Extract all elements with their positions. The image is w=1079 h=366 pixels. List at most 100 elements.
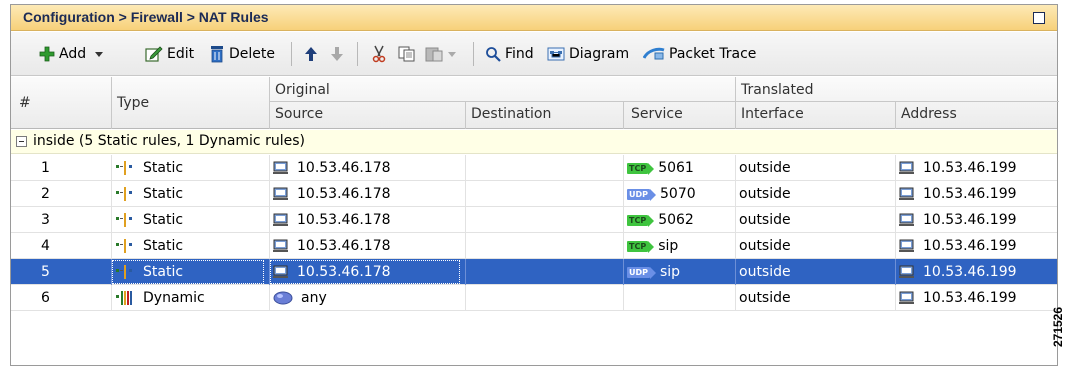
static-nat-icon — [116, 187, 132, 201]
table-row[interactable]: 4 Static 10.53.46.178 TCP sip outside 10.53.46… — [11, 233, 1057, 259]
find-button[interactable]: Find — [485, 43, 534, 65]
cell-interface: outside — [735, 181, 891, 207]
static-nat-icon — [116, 265, 132, 279]
protocol-tcp-icon: TCP — [627, 162, 655, 175]
cell-source: any — [269, 285, 461, 311]
type-value: Static — [143, 264, 184, 280]
toolbar-separator — [357, 42, 358, 66]
service-value: sip — [658, 238, 679, 254]
scissors-icon — [372, 45, 386, 63]
toolbar-separator — [473, 42, 474, 66]
delete-button[interactable]: Delete — [209, 43, 275, 65]
interface-value: outside — [739, 212, 791, 228]
toolbar-separator — [291, 42, 292, 66]
figure-id: 271526 — [1051, 306, 1066, 348]
source-value: 10.53.46.178 — [297, 264, 391, 280]
cell-num: 6 — [11, 285, 111, 311]
copy-button[interactable] — [398, 43, 416, 65]
add-button[interactable]: Add — [39, 43, 104, 65]
search-icon — [486, 47, 501, 62]
source-value: 10.53.46.178 — [297, 160, 391, 176]
protocol-tcp-icon: TCP — [627, 214, 655, 227]
host-icon — [273, 265, 288, 278]
address-value: 10.53.46.199 — [923, 290, 1017, 306]
host-icon — [273, 213, 288, 226]
chevron-down-icon[interactable] — [448, 50, 456, 58]
num-value: 3 — [41, 212, 50, 228]
cell-num: 3 — [11, 207, 111, 233]
cell-type: Static — [111, 155, 265, 181]
header-divider — [895, 101, 896, 129]
packet-trace-button[interactable]: Packet Trace — [643, 43, 756, 65]
cell-address: 10.53.46.199 — [895, 181, 1055, 207]
cell-destination — [465, 181, 619, 207]
num-value: 6 — [41, 290, 50, 306]
type-value: Static — [143, 212, 184, 228]
header-divider — [269, 101, 1059, 102]
num-value: 1 — [41, 160, 50, 176]
source-value: 10.53.46.178 — [297, 238, 391, 254]
column-header-destination[interactable]: Destination — [471, 106, 551, 122]
packet-trace-icon — [643, 47, 665, 60]
cell-destination — [465, 207, 619, 233]
address-value: 10.53.46.199 — [923, 264, 1017, 280]
table-row[interactable]: 6 Dynamic any outside 10.53.46.199 — [11, 285, 1057, 311]
cell-type: Static — [111, 259, 265, 285]
move-up-button[interactable] — [303, 43, 319, 65]
column-header-type[interactable]: Type — [117, 95, 149, 111]
diagram-button[interactable]: Diagram — [547, 43, 629, 65]
interface-value: outside — [739, 160, 791, 176]
maximize-button[interactable] — [1033, 12, 1045, 24]
table-header: # Type Original Translated Source Destin… — [11, 77, 1059, 129]
host-icon — [899, 161, 914, 174]
cell-address: 10.53.46.199 — [895, 233, 1055, 259]
cell-service: TCP 5061 — [623, 155, 731, 181]
table-row[interactable]: 1 Static 10.53.46.178 TCP 5061 outside 10.53.4… — [11, 155, 1057, 181]
header-divider — [735, 77, 736, 129]
cut-button[interactable] — [371, 43, 387, 65]
cell-destination — [465, 233, 619, 259]
address-value: 10.53.46.199 — [923, 238, 1017, 254]
type-value: Static — [143, 160, 184, 176]
column-group-translated: Translated — [741, 82, 814, 98]
move-down-button[interactable] — [329, 43, 345, 65]
header-divider — [623, 101, 624, 129]
source-value: 10.53.46.178 — [297, 186, 391, 202]
type-value: Static — [143, 238, 184, 254]
paste-button[interactable] — [425, 43, 456, 65]
edit-button[interactable]: Edit — [145, 43, 194, 65]
source-value: 10.53.46.178 — [297, 212, 391, 228]
trash-icon — [211, 46, 223, 63]
table-row[interactable]: 2 Static 10.53.46.178 UDP 5070 outside 10.53.4… — [11, 181, 1057, 207]
column-header-service[interactable]: Service — [631, 106, 683, 122]
host-icon — [273, 187, 288, 200]
cell-service: TCP sip — [623, 233, 731, 259]
cell-destination — [465, 259, 619, 285]
column-header-source[interactable]: Source — [275, 106, 323, 122]
toolbar: Add Edit Delete Find Diagram Packet Trac… — [11, 32, 1057, 76]
column-header-number[interactable]: # — [19, 95, 31, 111]
cell-interface: outside — [735, 285, 891, 311]
cell-destination — [465, 155, 619, 181]
column-header-interface[interactable]: Interface — [741, 106, 804, 122]
host-icon — [273, 161, 288, 174]
find-label: Find — [505, 46, 534, 62]
column-header-address[interactable]: Address — [901, 106, 957, 122]
cell-num: 2 — [11, 181, 111, 207]
interface-group-inside[interactable]: inside (5 Static rules, 1 Dynamic rules) — [11, 130, 1057, 154]
breadcrumb: Configuration > Firewall > NAT Rules — [23, 9, 269, 25]
cell-service: UDP sip — [623, 259, 731, 285]
table-row[interactable]: 3 Static 10.53.46.178 TCP 5062 outside 10.53.4… — [11, 207, 1057, 233]
collapse-toggle[interactable] — [16, 136, 27, 147]
cell-interface: outside — [735, 207, 891, 233]
interface-value: outside — [739, 238, 791, 254]
table-row[interactable]: 5 Static 10.53.46.178 UDP sip outside 10.53.46… — [11, 259, 1057, 285]
arrow-up-icon — [305, 47, 317, 61]
copy-icon — [398, 46, 415, 62]
chevron-down-icon[interactable] — [94, 49, 104, 59]
cell-source: 10.53.46.178 — [269, 207, 461, 233]
protocol-tcp-icon: TCP — [627, 240, 655, 253]
cell-type: Static — [111, 233, 265, 259]
cell-interface: outside — [735, 155, 891, 181]
host-icon — [899, 187, 914, 200]
